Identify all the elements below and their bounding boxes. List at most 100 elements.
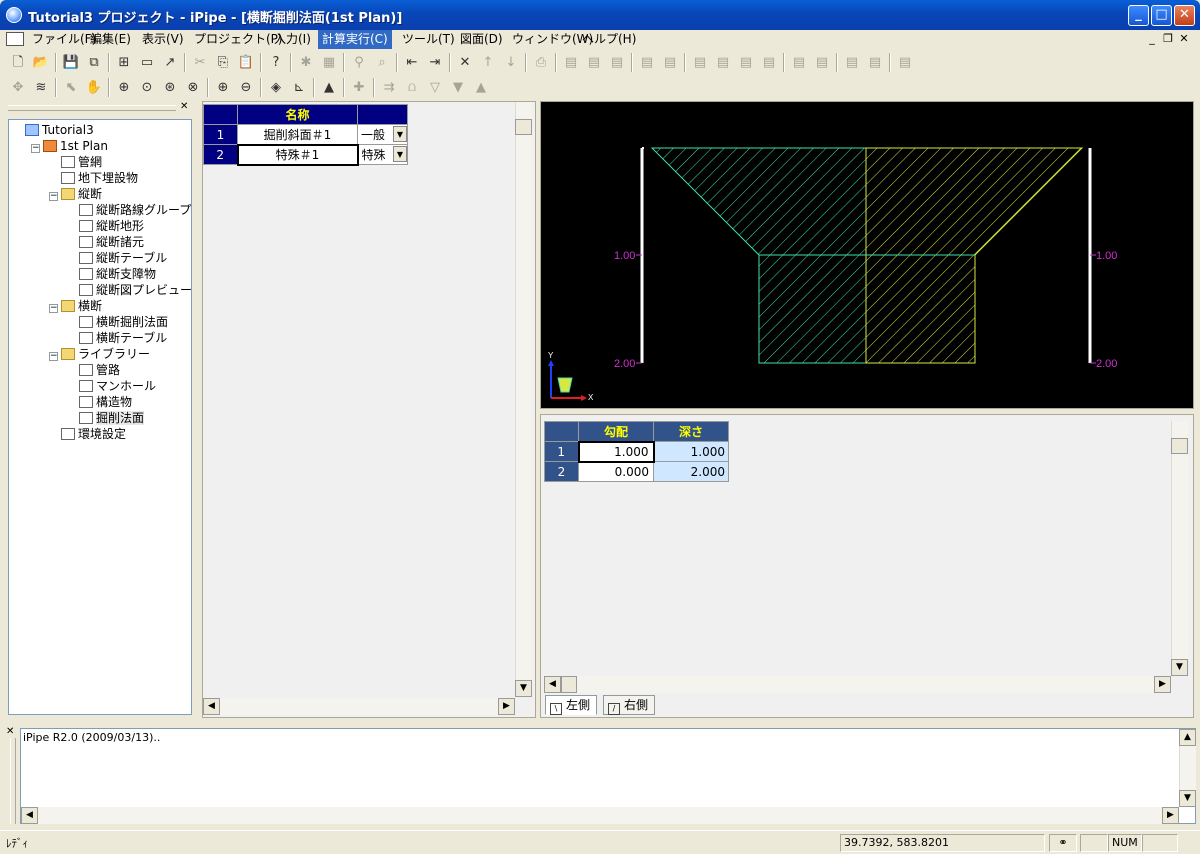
settings-icon[interactable]: ✱ bbox=[296, 53, 316, 72]
cross-icon[interactable]: ✚ bbox=[349, 78, 369, 97]
tree-item[interactable]: 縦断地形 bbox=[13, 218, 192, 234]
open-icon[interactable]: 📂 bbox=[31, 53, 51, 72]
document-icon[interactable] bbox=[6, 32, 24, 46]
scroll-down-icon[interactable]: ▼ bbox=[1179, 790, 1196, 807]
move-icon[interactable]: ✥ bbox=[8, 78, 28, 97]
mdi-minimize-button[interactable]: _ bbox=[1144, 32, 1160, 46]
window-icon[interactable]: ▭ bbox=[137, 53, 157, 72]
copy-icon[interactable]: ⎘ bbox=[213, 53, 233, 72]
tree-item[interactable]: − 1st Plan bbox=[13, 138, 192, 154]
close-button[interactable]: ✕ bbox=[1174, 5, 1195, 26]
cone-icon[interactable]: ▲ bbox=[471, 78, 491, 97]
tree-item[interactable]: 縦断路線グループ bbox=[13, 202, 192, 218]
grid-icon[interactable]: ▦ bbox=[319, 53, 339, 72]
tree-item[interactable]: マンホール bbox=[13, 378, 192, 394]
chevron-down-icon[interactable]: ▼ bbox=[393, 126, 407, 142]
row-number[interactable]: 1 bbox=[544, 441, 579, 462]
select-icon[interactable]: ⬉ bbox=[61, 78, 81, 97]
output-log[interactable]: iPipe R2.0 (2009/03/13).. ▲ ▼ ◀ ▶ bbox=[20, 728, 1196, 824]
tree-item[interactable]: 管路 bbox=[13, 362, 192, 378]
type-dropdown[interactable]: 一般 ▼ bbox=[357, 124, 408, 145]
minimize-button[interactable]: _ bbox=[1128, 5, 1149, 26]
collapse-icon[interactable]: − bbox=[49, 192, 58, 201]
row-number[interactable]: 1 bbox=[203, 124, 238, 145]
delete-icon[interactable]: ✕ bbox=[455, 53, 475, 72]
tab-right-side[interactable]: / 右側 bbox=[603, 695, 656, 715]
pane-grip[interactable] bbox=[10, 738, 16, 824]
horizontal-scrollbar[interactable]: ◀ ▶ bbox=[544, 676, 1171, 693]
sheet9-icon[interactable]: ▤ bbox=[759, 53, 779, 72]
vertical-scrollbar[interactable]: ▲ ▼ bbox=[1179, 729, 1196, 807]
tree-item[interactable]: − 横断 bbox=[13, 298, 192, 314]
scroll-thumb[interactable] bbox=[1171, 438, 1188, 454]
pan-icon[interactable]: ✋ bbox=[84, 78, 104, 97]
slope-name-cell[interactable]: 特殊＃1 bbox=[236, 143, 359, 166]
output-close-icon[interactable]: ✕ bbox=[6, 726, 14, 737]
collapse-icon[interactable]: − bbox=[49, 352, 58, 361]
insert-before-icon[interactable]: ⇤ bbox=[402, 53, 422, 72]
vertical-scrollbar[interactable]: ▼ bbox=[1171, 421, 1188, 676]
scroll-left-icon[interactable]: ◀ bbox=[544, 676, 561, 693]
menu-item-5[interactable]: 計算実行(C) bbox=[318, 30, 392, 49]
tree-item[interactable]: 構造物 bbox=[13, 394, 192, 410]
scroll-right-icon[interactable]: ▶ bbox=[498, 698, 515, 715]
zoom-in-icon[interactable]: ⊕ bbox=[213, 78, 233, 97]
tree-item[interactable]: 縦断図プレビュー bbox=[13, 282, 192, 298]
scroll-left-icon[interactable]: ◀ bbox=[21, 807, 38, 824]
tree-item[interactable]: − ライブラリー bbox=[13, 346, 192, 362]
tree-item[interactable]: 横断テーブル bbox=[13, 330, 192, 346]
layers-icon[interactable]: ≋ bbox=[31, 78, 51, 97]
sheet14-icon[interactable]: ▤ bbox=[895, 53, 915, 72]
sheet4-icon[interactable]: ▤ bbox=[637, 53, 657, 72]
scroll-thumb[interactable] bbox=[561, 676, 577, 693]
save-icon[interactable]: 💾 bbox=[61, 53, 81, 72]
type-dropdown[interactable]: 特殊 ▼ bbox=[357, 144, 408, 165]
depth-column-header[interactable]: 深さ bbox=[653, 421, 729, 442]
tree-item[interactable]: 縦断支障物 bbox=[13, 266, 192, 282]
row-number[interactable]: 2 bbox=[203, 144, 238, 165]
menu-item-9[interactable]: ヘルプ(H) bbox=[578, 30, 640, 49]
sheet13-icon[interactable]: ▤ bbox=[865, 53, 885, 72]
maximize-button[interactable]: □ bbox=[1151, 5, 1172, 26]
tab-left-side[interactable]: \ 左側 bbox=[545, 695, 598, 715]
chevron-down-icon[interactable]: ▼ bbox=[393, 146, 407, 162]
tree-item[interactable]: 地下埋設物 bbox=[13, 170, 192, 186]
arrow-icon[interactable]: ↗ bbox=[160, 53, 180, 72]
menu-item-6[interactable]: ツール(T) bbox=[398, 30, 459, 49]
tree-item[interactable]: 縦断テーブル bbox=[13, 250, 192, 266]
find-icon[interactable]: ⌕ bbox=[372, 53, 392, 72]
title-bar[interactable]: Tutorial3 プロジェクト - iPipe - [横断掘削法面(1st P… bbox=[0, 0, 1200, 30]
sheet2-icon[interactable]: ▤ bbox=[584, 53, 604, 72]
horizontal-scrollbar[interactable]: ◀ ▶ bbox=[21, 807, 1179, 824]
binoculars-icon[interactable]: ⚲ bbox=[349, 53, 369, 72]
redraw-icon[interactable]: ▲ bbox=[319, 78, 339, 97]
tree-close-icon[interactable]: ✕ bbox=[180, 101, 188, 112]
profile-icon[interactable]: ⩍ bbox=[402, 78, 422, 97]
scroll-right-icon[interactable]: ▶ bbox=[1154, 676, 1171, 693]
zoom-extents-icon[interactable]: ⊙ bbox=[137, 78, 157, 97]
mdi-close-button[interactable]: ✕ bbox=[1176, 32, 1192, 46]
sheet8-icon[interactable]: ▤ bbox=[736, 53, 756, 72]
scroll-right-icon[interactable]: ▶ bbox=[1162, 807, 1179, 824]
sheet5-icon[interactable]: ▤ bbox=[660, 53, 680, 72]
cut-icon[interactable]: ✂ bbox=[190, 53, 210, 72]
save-all-icon[interactable]: ⧉ bbox=[84, 53, 104, 72]
down-icon[interactable]: ↓ bbox=[501, 53, 521, 72]
app-icon[interactable] bbox=[6, 7, 22, 23]
new-icon[interactable]: 🗋 bbox=[8, 53, 28, 72]
tree-view-icon[interactable]: ⊞ bbox=[114, 53, 134, 72]
scroll-down-icon[interactable]: ▼ bbox=[515, 680, 532, 697]
sheet7-icon[interactable]: ▤ bbox=[713, 53, 733, 72]
mdi-restore-button[interactable]: ❐ bbox=[1160, 32, 1176, 46]
scroll-left-icon[interactable]: ◀ bbox=[203, 698, 220, 715]
paste-icon[interactable]: 📋 bbox=[236, 53, 256, 72]
cross-section-canvas[interactable]: 1.00 2.00 1.00 2.00 Y X bbox=[540, 101, 1194, 409]
slope-name-cell[interactable]: 掘削斜面＃1 bbox=[237, 124, 358, 145]
sheet10-icon[interactable]: ▤ bbox=[789, 53, 809, 72]
tree-item[interactable]: Tutorial3 bbox=[13, 122, 192, 138]
sheet11-icon[interactable]: ▤ bbox=[812, 53, 832, 72]
collapse-icon[interactable]: − bbox=[49, 304, 58, 313]
menu-item-4[interactable]: 入力(I) bbox=[270, 30, 315, 49]
zoom-realtime-icon[interactable]: ⊛ bbox=[160, 78, 180, 97]
type-column-header[interactable] bbox=[357, 104, 408, 125]
